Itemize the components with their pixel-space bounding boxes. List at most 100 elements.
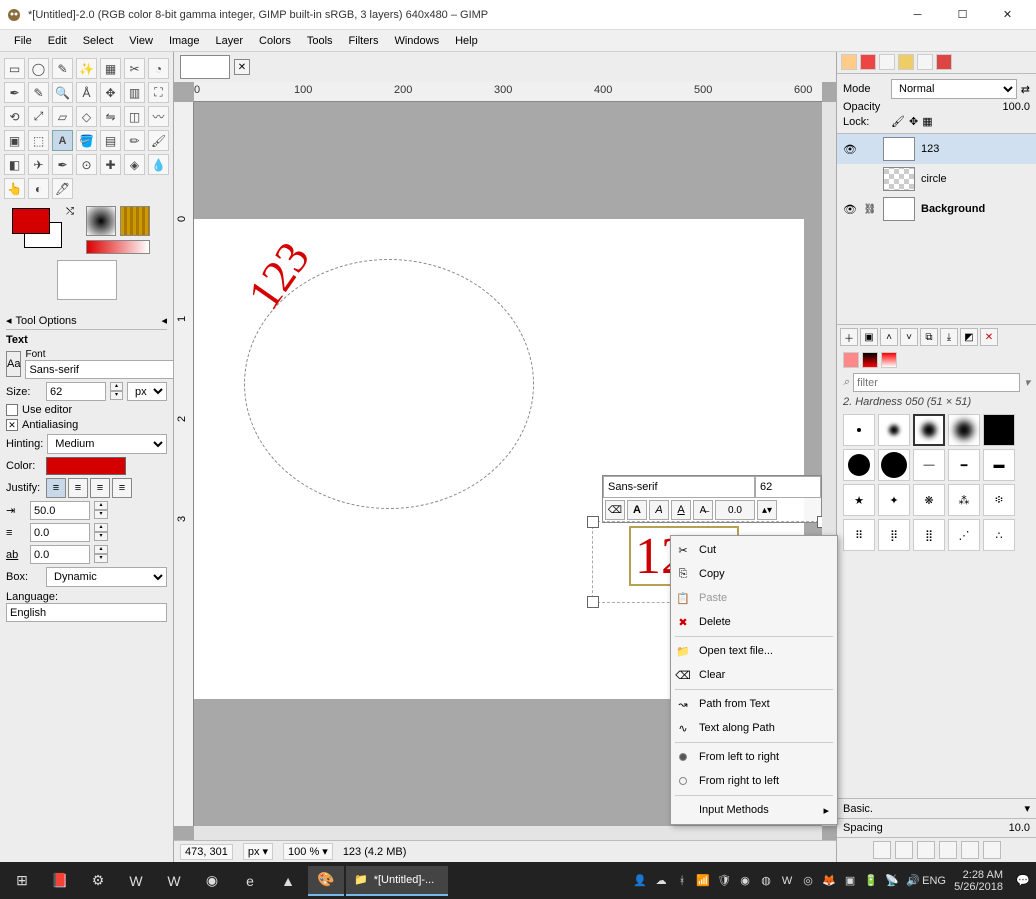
menu-file[interactable]: File xyxy=(6,33,40,49)
tray-wifi[interactable]: 📡 xyxy=(883,872,901,890)
cage-tool[interactable]: ◫ xyxy=(124,106,145,127)
heal-tool[interactable]: ✚ xyxy=(100,154,121,175)
task-chrome[interactable]: ◉ xyxy=(194,866,230,896)
brush-item[interactable] xyxy=(843,414,875,446)
handle-sw[interactable] xyxy=(587,596,599,608)
merge-down-button[interactable]: ⤓ xyxy=(940,328,958,346)
tray-network[interactable]: 📶 xyxy=(694,872,712,890)
justify-left[interactable]: ≡ xyxy=(46,478,66,498)
ctx-text-along-path[interactable]: ∿Text along Path xyxy=(671,716,837,740)
rect-select-tool[interactable]: ▭ xyxy=(4,58,25,79)
color-select-tool[interactable]: ▦ xyxy=(100,58,121,79)
menu-view[interactable]: View xyxy=(121,33,161,49)
new-brush-button[interactable] xyxy=(895,841,913,859)
hinting-select[interactable]: Medium xyxy=(47,434,167,454)
minimize-button[interactable]: ─ xyxy=(895,0,940,30)
language-input[interactable] xyxy=(6,603,167,622)
lock-pixels-icon[interactable]: 🖌 xyxy=(891,115,905,128)
brush-item[interactable] xyxy=(983,414,1015,446)
handle-nw[interactable] xyxy=(587,516,599,528)
scale-tool[interactable]: ⤢ xyxy=(28,106,49,127)
menu-layer[interactable]: Layer xyxy=(208,33,252,49)
task-untitled[interactable]: 📁 *[Untitled]-... xyxy=(346,866,448,896)
ctx-cut[interactable]: ✂Cut xyxy=(671,538,837,562)
pencil-tool[interactable]: ✏ xyxy=(124,130,145,151)
unified-transform-tool[interactable]: ▣ xyxy=(4,130,25,151)
tray-battery[interactable]: 🔋 xyxy=(862,872,880,890)
tray-app6[interactable]: ▣ xyxy=(841,872,859,890)
text-tool[interactable]: A xyxy=(52,130,73,151)
brush-item[interactable] xyxy=(948,414,980,446)
task-word[interactable]: W xyxy=(118,866,154,896)
refresh-brush-button[interactable] xyxy=(961,841,979,859)
text-tool-popup[interactable]: ⌫ A A A A̶ 0.0 ▴▾ xyxy=(602,475,822,523)
tray-people[interactable]: 👤 xyxy=(631,872,649,890)
foreground-select-tool[interactable]: ◔ xyxy=(148,58,169,79)
histogram-tab[interactable] xyxy=(917,54,933,70)
new-layer-button[interactable]: ＋ xyxy=(840,328,858,346)
tray-bluetooth[interactable]: ᚼ xyxy=(673,872,691,890)
rotate-tool[interactable]: ⟲ xyxy=(4,106,25,127)
popup-baseline-input[interactable]: 0.0 xyxy=(715,500,755,520)
brush-item[interactable]: ★ xyxy=(843,484,875,516)
swap-colors-icon[interactable]: ⤭ xyxy=(66,206,74,217)
brush-item[interactable]: ⡿ xyxy=(878,519,910,551)
tray-app3[interactable]: W xyxy=(778,872,796,890)
shear-tool[interactable]: ▱ xyxy=(52,106,73,127)
panel-menu-icon[interactable]: ◂ xyxy=(6,314,12,327)
layer-row-123[interactable]: 👁 123 xyxy=(837,134,1036,164)
menu-help[interactable]: Help xyxy=(447,33,486,49)
brush-filter-input[interactable] xyxy=(853,373,1020,392)
zoom-tool[interactable]: 🔍 xyxy=(52,82,73,103)
status-zoom[interactable]: 100 % ▾ xyxy=(283,843,333,860)
tray-app5[interactable]: 🦊 xyxy=(820,872,838,890)
tray-app4[interactable]: ◎ xyxy=(799,872,817,890)
brush-item[interactable]: ✦ xyxy=(878,484,910,516)
task-acrobat[interactable]: 📕 xyxy=(42,866,78,896)
smudge-tool[interactable]: 👆 xyxy=(4,178,25,199)
popup-italic[interactable]: A xyxy=(649,500,669,520)
popup-clear-style[interactable]: ⌫ xyxy=(605,500,625,520)
clone-tool[interactable]: ⊙ xyxy=(76,154,97,175)
mode-switch-icon[interactable]: ⇄ xyxy=(1021,83,1030,96)
horizontal-scrollbar[interactable] xyxy=(194,826,822,840)
box-select[interactable]: Dynamic xyxy=(46,567,167,587)
close-tab-button[interactable]: ✕ xyxy=(234,59,250,75)
menu-windows[interactable]: Windows xyxy=(386,33,447,49)
size-input[interactable] xyxy=(46,382,106,401)
open-brush-button[interactable] xyxy=(983,841,1001,859)
perspective-tool[interactable]: ◇ xyxy=(76,106,97,127)
tray-onedrive[interactable]: ☁ xyxy=(652,872,670,890)
taskbar-clock[interactable]: 2:28 AM 5/26/2018 xyxy=(946,869,1011,893)
brush-item[interactable]: ▬ xyxy=(983,449,1015,481)
ctx-input-methods[interactable]: Input Methods▸ xyxy=(671,798,837,822)
tray-defender[interactable]: 🛡 xyxy=(715,872,733,890)
brush-item[interactable]: ⁂ xyxy=(948,484,980,516)
active-pattern[interactable] xyxy=(120,206,150,236)
ctx-copy[interactable]: ⎘Copy xyxy=(671,562,837,586)
foreground-color[interactable] xyxy=(12,208,50,234)
use-editor-checkbox[interactable] xyxy=(6,404,18,416)
perspective-clone-tool[interactable]: ◈ xyxy=(124,154,145,175)
scissors-tool[interactable]: ✂ xyxy=(124,58,145,79)
brush-item[interactable] xyxy=(913,414,945,446)
font-input[interactable] xyxy=(25,360,173,379)
ctx-paste[interactable]: 📋Paste xyxy=(671,586,837,610)
popup-size-input[interactable] xyxy=(755,476,821,498)
popup-underline[interactable]: A xyxy=(671,500,691,520)
chain-icon[interactable]: ⛓ xyxy=(863,204,877,215)
color-swatch[interactable]: ⤭ xyxy=(8,208,68,248)
opacity-value[interactable]: 100.0 xyxy=(1002,101,1030,113)
tray-notifications[interactable]: 💬 xyxy=(1014,872,1032,890)
brush-item[interactable]: ፨ xyxy=(983,484,1015,516)
eye-icon[interactable]: 👁 xyxy=(843,203,857,216)
layer-name[interactable]: Background xyxy=(921,203,985,215)
menu-colors[interactable]: Colors xyxy=(251,33,299,49)
mode-select[interactable]: Normal xyxy=(891,79,1017,99)
menu-edit[interactable]: Edit xyxy=(40,33,75,49)
layer-name[interactable]: circle xyxy=(921,173,947,185)
brush-item[interactable]: ⣿ xyxy=(913,519,945,551)
handle-transform-tool[interactable]: ⬚ xyxy=(28,130,49,151)
brush-item[interactable]: — xyxy=(913,449,945,481)
horizontal-ruler[interactable]: 0 100 200 300 400 500 600 xyxy=(194,82,822,102)
